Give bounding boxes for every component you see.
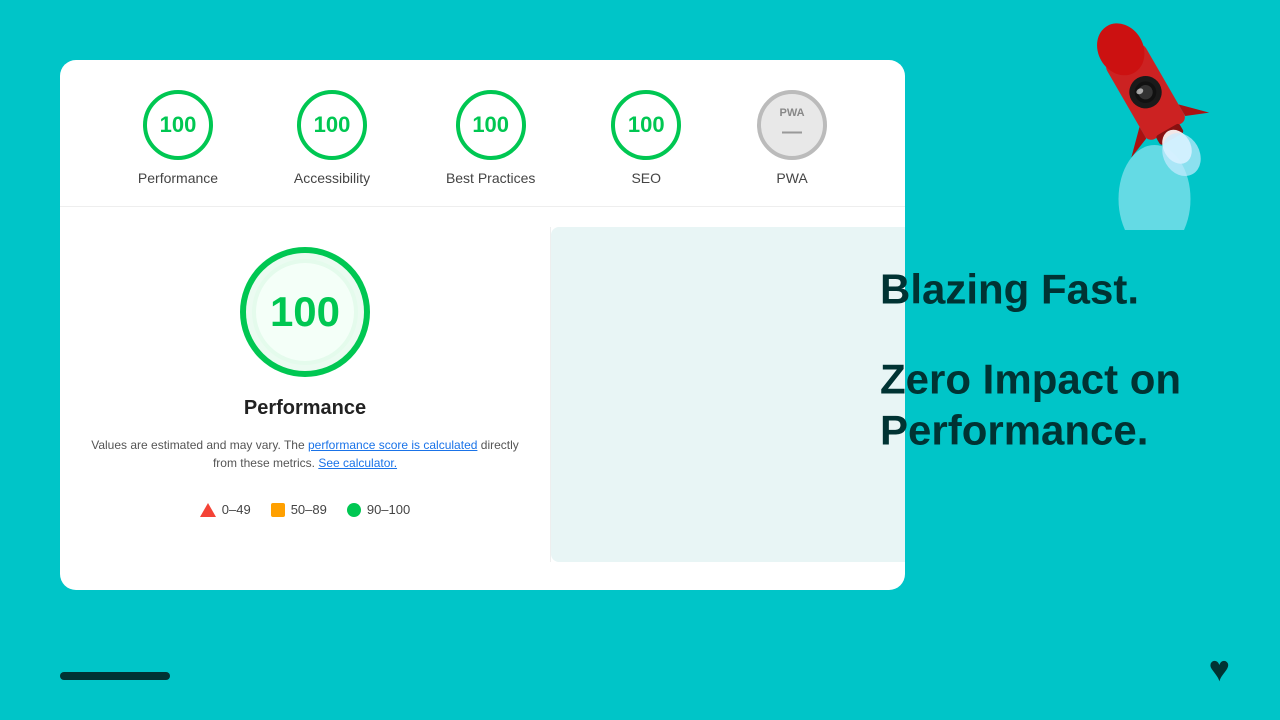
right-content: Blazing Fast. Zero Impact on Performance… [880, 264, 1220, 455]
big-score-value: 100 [270, 288, 340, 336]
score-value-seo: 100 [628, 112, 665, 138]
note-text-before: Values are estimated and may vary. The [91, 438, 304, 452]
performance-note: Values are estimated and may vary. The p… [90, 436, 520, 472]
score-item-seo: 100 SEO [611, 90, 681, 186]
bottom-progress-bar [60, 672, 170, 680]
scores-row: 100 Performance 100 Accessibility 100 Be… [60, 60, 905, 207]
pwa-label: PWA [780, 107, 805, 119]
legend: 0–49 50–89 90–100 [200, 502, 410, 517]
score-label-accessibility: Accessibility [294, 170, 370, 186]
rocket-svg [1060, 0, 1240, 230]
score-item-best-practices: 100 Best Practices [446, 90, 535, 186]
score-item-accessibility: 100 Accessibility [294, 90, 370, 186]
score-circle-seo: 100 [611, 90, 681, 160]
pwa-minus-icon: — [782, 121, 802, 144]
legend-item-green: 90–100 [347, 502, 410, 517]
orange-square-icon [271, 503, 285, 517]
score-circle-accessibility: 100 [297, 90, 367, 160]
green-dot-icon [347, 503, 361, 517]
red-triangle-icon [200, 503, 216, 517]
score-circle-performance: 100 [143, 90, 213, 160]
score-label-best-practices: Best Practices [446, 170, 535, 186]
score-value-performance: 100 [160, 112, 197, 138]
rocket-illustration [1050, 0, 1250, 230]
score-item-performance: 100 Performance [138, 90, 218, 186]
blazing-fast-heading: Blazing Fast. [880, 264, 1220, 314]
score-value-best-practices: 100 [472, 112, 509, 138]
score-label-pwa: PWA [776, 170, 807, 186]
zero-impact-heading: Zero Impact on Performance. [880, 355, 1220, 456]
performance-score-link[interactable]: performance score is calculated [308, 438, 477, 452]
score-circle-best-practices: 100 [456, 90, 526, 160]
big-performance-circle: 100 [240, 247, 370, 377]
legend-range-red: 0–49 [222, 502, 251, 517]
calculator-link[interactable]: See calculator. [318, 456, 397, 470]
score-circle-pwa: PWA — [757, 90, 827, 160]
score-item-pwa: PWA — PWA [757, 90, 827, 186]
heart-icon: ♥ [1209, 648, 1230, 690]
score-value-accessibility: 100 [314, 112, 351, 138]
performance-title: Performance [244, 397, 366, 420]
legend-item-orange: 50–89 [271, 502, 327, 517]
bottom-section: 100 Performance Values are estimated and… [60, 207, 905, 582]
legend-range-green: 90–100 [367, 502, 410, 517]
score-label-seo: SEO [631, 170, 661, 186]
legend-range-orange: 50–89 [291, 502, 327, 517]
right-panel-preview [551, 227, 905, 562]
score-label-performance: Performance [138, 170, 218, 186]
lighthouse-card: 100 Performance 100 Accessibility 100 Be… [60, 60, 905, 590]
legend-item-red: 0–49 [200, 502, 251, 517]
left-panel: 100 Performance Values are estimated and… [60, 207, 550, 582]
